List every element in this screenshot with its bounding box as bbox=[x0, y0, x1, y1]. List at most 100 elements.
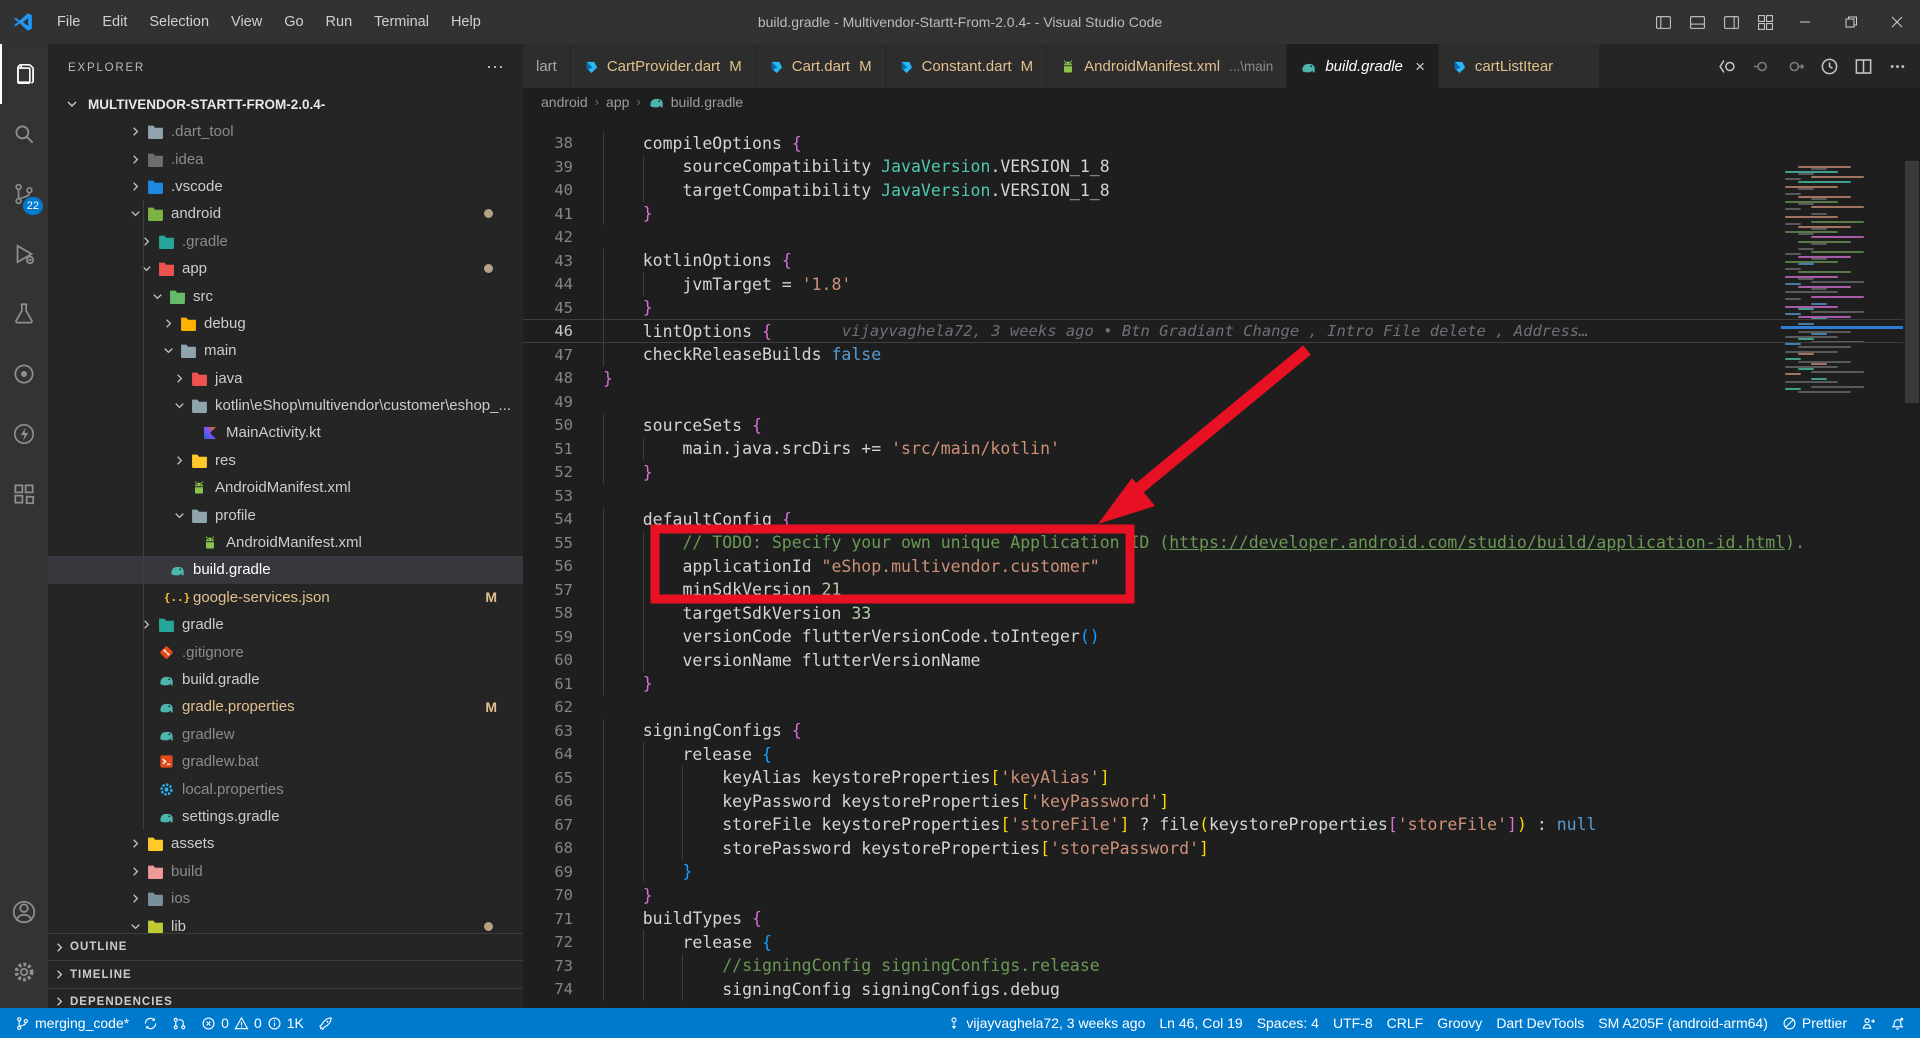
code-line-67[interactable]: 67storeFile keystoreProperties['storeFil… bbox=[523, 813, 1903, 837]
status-dart-devtools[interactable]: Dart DevTools bbox=[1489, 1008, 1591, 1038]
tree-item-ios[interactable]: ios bbox=[48, 885, 523, 912]
tab-cartlistitear[interactable]: cartListItear bbox=[1439, 44, 1599, 88]
status-item[interactable]: 001K bbox=[194, 1008, 311, 1038]
tab-androidmanifest-xml[interactable]: AndroidManifest.xml...\main bbox=[1047, 44, 1287, 88]
tree-item-kotlin-eshop-multivendor-customer-eshop[interactable]: kotlin\eShop\multivendor\customer\eshop_… bbox=[48, 392, 523, 419]
activity-run-debug[interactable] bbox=[0, 224, 48, 284]
code-line-43[interactable]: 43kotlinOptions { bbox=[523, 249, 1903, 273]
tree-item-gitignore[interactable]: .gitignore bbox=[48, 638, 523, 665]
split-editor-icon[interactable] bbox=[1848, 51, 1878, 81]
section-timeline[interactable]: TIMELINE bbox=[48, 960, 523, 987]
tree-item-build-gradle[interactable]: build.gradle bbox=[48, 556, 523, 583]
toggle-panel-icon[interactable] bbox=[1680, 7, 1714, 37]
tree-item-res[interactable]: res bbox=[48, 447, 523, 474]
code-line-62[interactable]: 62 bbox=[523, 695, 1903, 719]
code-line-59[interactable]: 59versionCode flutterVersionCode.toInteg… bbox=[523, 625, 1903, 649]
code-line-47[interactable]: 47checkReleaseBuilds false bbox=[523, 343, 1903, 367]
code-line-38[interactable]: 38compileOptions { bbox=[523, 131, 1903, 155]
status-prettier[interactable]: Prettier bbox=[1775, 1008, 1854, 1038]
code-line-64[interactable]: 64release { bbox=[523, 742, 1903, 766]
explorer-more-actions-icon[interactable]: ⋯ bbox=[486, 57, 505, 78]
activity-account[interactable] bbox=[0, 882, 48, 942]
breadcrumb-build-gradle[interactable]: build.gradle bbox=[648, 94, 743, 110]
more-actions-icon[interactable] bbox=[1882, 51, 1912, 81]
tree-item-android[interactable]: android bbox=[48, 200, 523, 227]
minimize-button[interactable] bbox=[1782, 0, 1828, 44]
tree-item-local-properties[interactable]: local.properties bbox=[48, 775, 523, 802]
activity-explorer[interactable] bbox=[0, 44, 48, 104]
code-line-61[interactable]: 61} bbox=[523, 672, 1903, 696]
code-line-41[interactable]: 41} bbox=[523, 202, 1903, 226]
tree-item-gradle[interactable]: gradle bbox=[48, 611, 523, 638]
tab-constant-dart[interactable]: Constant.dartM bbox=[886, 44, 1048, 88]
restore-button[interactable] bbox=[1828, 0, 1874, 44]
menu-run[interactable]: Run bbox=[315, 7, 364, 37]
tree-item-java[interactable]: java bbox=[48, 365, 523, 392]
activity-thunder[interactable] bbox=[0, 404, 48, 464]
status-feedback[interactable] bbox=[1854, 1008, 1883, 1038]
menu-edit[interactable]: Edit bbox=[91, 7, 138, 37]
code-line-53[interactable]: 53 bbox=[523, 484, 1903, 508]
tree-item-settings-gradle[interactable]: settings.gradle bbox=[48, 803, 523, 830]
section-dependencies[interactable]: DEPENDENCIES bbox=[48, 988, 523, 1008]
status-groovy[interactable]: Groovy bbox=[1430, 1008, 1489, 1038]
tab-close-icon[interactable]: × bbox=[1415, 58, 1425, 75]
code-line-65[interactable]: 65keyAlias keystoreProperties['keyAlias'… bbox=[523, 766, 1903, 790]
activity-devtools[interactable] bbox=[0, 344, 48, 404]
tree-item-androidmanifest-xml[interactable]: AndroidManifest.xml bbox=[48, 474, 523, 501]
tree-item-idea[interactable]: .idea bbox=[48, 145, 523, 172]
menu-terminal[interactable]: Terminal bbox=[363, 7, 440, 37]
tree-item-profile[interactable]: profile bbox=[48, 501, 523, 528]
tab-build-gradle[interactable]: build.gradle× bbox=[1287, 44, 1439, 88]
tree-item-mainactivity-kt[interactable]: MainActivity.kt bbox=[48, 419, 523, 446]
status-graph[interactable] bbox=[165, 1008, 194, 1038]
status-bell[interactable] bbox=[1883, 1008, 1912, 1038]
tree-item-build-gradle[interactable]: build.gradle bbox=[48, 666, 523, 693]
close-window-button[interactable] bbox=[1874, 0, 1920, 44]
activity-source-control[interactable]: 22 bbox=[0, 164, 48, 224]
code-line-39[interactable]: 39sourceCompatibility JavaVersion.VERSIO… bbox=[523, 155, 1903, 179]
toggle-sidebar-icon[interactable] bbox=[1646, 7, 1680, 37]
code-line-74[interactable]: 74signingConfig signingConfigs.debug bbox=[523, 977, 1903, 1001]
menu-view[interactable]: View bbox=[220, 7, 273, 37]
prev-change-icon[interactable] bbox=[1746, 51, 1776, 81]
editor-scrollbar[interactable] bbox=[1905, 161, 1919, 403]
tree-item-build[interactable]: build bbox=[48, 858, 523, 885]
tab-cart-dart[interactable]: Cart.dartM bbox=[756, 44, 886, 88]
code-line-70[interactable]: 70} bbox=[523, 883, 1903, 907]
status-sm-a205f-android-arm64[interactable]: SM A205F (android-arm64) bbox=[1591, 1008, 1775, 1038]
status-merging-code[interactable]: merging_code* bbox=[8, 1008, 136, 1038]
status-utf-8[interactable]: UTF-8 bbox=[1326, 1008, 1380, 1038]
tree-item-dart-tool[interactable]: .dart_tool bbox=[48, 118, 523, 145]
code-line-66[interactable]: 66keyPassword keystoreProperties['keyPas… bbox=[523, 789, 1903, 813]
activity-settings[interactable] bbox=[0, 942, 48, 1002]
tree-item-debug[interactable]: debug bbox=[48, 310, 523, 337]
tree-item-app[interactable]: app bbox=[48, 255, 523, 282]
code-line-44[interactable]: 44jvmTarget = '1.8' bbox=[523, 272, 1903, 296]
tree-item-vscode[interactable]: .vscode bbox=[48, 173, 523, 200]
status-rocket[interactable] bbox=[311, 1008, 340, 1038]
code-line-68[interactable]: 68storePassword keystoreProperties['stor… bbox=[523, 836, 1903, 860]
code-line-72[interactable]: 72release { bbox=[523, 930, 1903, 954]
status-vijayvaghela72-3-weeks-ago[interactable]: vijayvaghela72, 3 weeks ago bbox=[940, 1008, 1152, 1038]
activity-extensions[interactable] bbox=[0, 464, 48, 524]
code-line-73[interactable]: 73//signingConfig signingConfigs.release bbox=[523, 954, 1903, 978]
toggle-secondary-sidebar-icon[interactable] bbox=[1714, 7, 1748, 37]
status-sync[interactable] bbox=[136, 1008, 165, 1038]
tree-item-gradle-properties[interactable]: gradle.propertiesM bbox=[48, 693, 523, 720]
tab-lart[interactable]: lart bbox=[523, 44, 571, 88]
code-line-60[interactable]: 60versionName flutterVersionName bbox=[523, 648, 1903, 672]
breadcrumb-android[interactable]: android bbox=[541, 94, 588, 110]
code-line-45[interactable]: 45} bbox=[523, 296, 1903, 320]
tree-item-src[interactable]: src bbox=[48, 282, 523, 309]
code-line-42[interactable]: 42 bbox=[523, 225, 1903, 249]
code-line-71[interactable]: 71buildTypes { bbox=[523, 907, 1903, 931]
tree-item-google-services-json[interactable]: {..}google-services.jsonM bbox=[48, 584, 523, 611]
tab-cartprovider-dart[interactable]: CartProvider.dartM bbox=[571, 44, 756, 88]
code-editor[interactable]: 38compileOptions {39sourceCompatibility … bbox=[523, 115, 1920, 1008]
code-line-56[interactable]: 56applicationId "eShop.multivendor.custo… bbox=[523, 554, 1903, 578]
next-change-icon[interactable] bbox=[1780, 51, 1810, 81]
code-line-51[interactable]: 51main.java.srcDirs += 'src/main/kotlin' bbox=[523, 437, 1903, 461]
code-line-57[interactable]: 57minSdkVersion 21 bbox=[523, 578, 1903, 602]
code-line-46[interactable]: 46lintOptions {vijayvaghela72, 3 weeks a… bbox=[523, 319, 1903, 343]
